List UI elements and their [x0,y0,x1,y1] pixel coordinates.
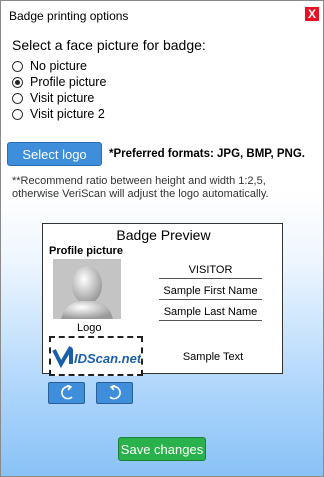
radio-label: Visit picture [30,91,95,105]
title-bar: Badge printing options X [1,1,323,31]
rotate-left-button[interactable] [48,382,85,404]
radio-label: No picture [30,59,87,73]
save-changes-button[interactable]: Save changes [118,437,206,461]
close-button[interactable]: X [305,7,319,21]
rotate-left-icon [60,385,73,400]
last-name-field: Sample Last Name [159,306,262,321]
radio-label: Profile picture [30,75,107,89]
badge-preview: Badge Preview Profile picture Logo IDSca… [42,223,283,376]
visitor-field: VISITOR [159,264,262,279]
badge-preview-title: Badge Preview [116,227,211,243]
profile-picture-label: Profile picture [49,245,123,257]
rotate-right-button[interactable] [96,382,133,404]
select-logo-button[interactable]: Select logo [7,142,102,166]
preferred-formats-note: *Preferred formats: JPG, BMP, PNG. [109,148,305,160]
logo-text: IDScan.net [74,351,141,366]
radio-button[interactable] [12,108,23,120]
radio-visit-picture-2[interactable]: Visit picture 2 [12,106,105,122]
sample-text: Sample Text [182,351,244,363]
logo-preview: IDScan.net [49,336,143,376]
radio-no-picture[interactable]: No picture [12,58,87,74]
radio-button[interactable] [12,92,23,104]
person-silhouette-icon [53,259,121,319]
idscan-logo: IDScan.net [52,345,142,369]
radio-profile-picture[interactable]: Profile picture [12,74,106,90]
radio-visit-picture[interactable]: Visit picture [12,90,94,106]
logo-ratio-note: **Recommend ratio between height and wid… [12,175,269,200]
profile-photo-placeholder [53,259,121,319]
face-picture-heading: Select a face picture for badge: [12,37,206,53]
rotate-right-icon [108,385,121,400]
window-title: Badge printing options [9,9,129,23]
first-name-field: Sample First Name [159,285,262,300]
logo-label: Logo [77,322,102,334]
radio-button[interactable] [12,76,23,88]
radio-button[interactable] [12,60,23,72]
radio-label: Visit picture 2 [30,107,105,121]
badge-options-window: Badge printing options X Select a face p… [0,0,324,477]
